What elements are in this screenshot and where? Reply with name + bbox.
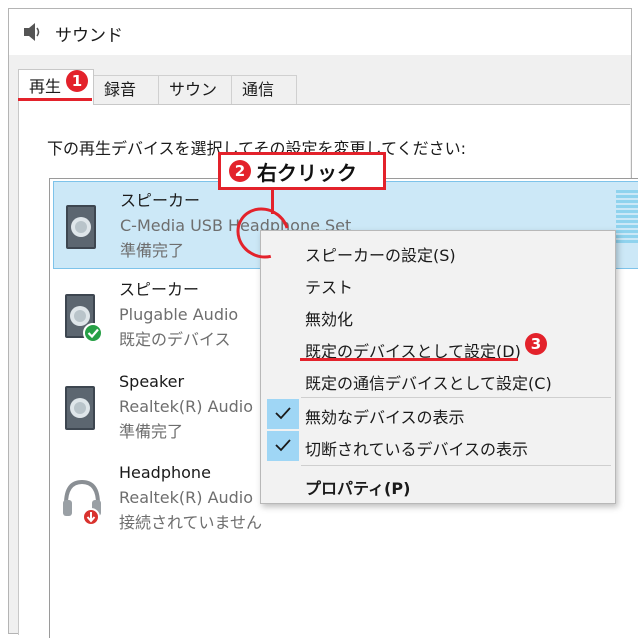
speaker-icon: [65, 386, 95, 430]
tab-communications-label: 通信: [242, 80, 275, 99]
device-text: Headphone Realtek(R) Audio 接続されていません: [119, 460, 262, 535]
device-driver: Plugable Audio: [119, 305, 239, 324]
step-badge-2: 2: [229, 160, 251, 182]
menu-underline-annotation: [300, 358, 518, 361]
menu-separator: [301, 397, 611, 398]
device-status: 既定のデバイス: [119, 330, 231, 349]
page: サウンド 再生 録音 サウンド 通信 下の再生デバイスを選択してその設定を変更し…: [0, 0, 638, 639]
menu-item-properties[interactable]: プロパティ(P): [305, 475, 410, 499]
tab-playback-label: 再生: [29, 77, 62, 96]
callout-label: 右クリック: [257, 160, 357, 185]
title-bar: サウンド: [9, 9, 631, 55]
menu-item-disable[interactable]: 無効化: [305, 306, 353, 330]
volume-meter: [616, 190, 638, 270]
speaker-icon: [24, 23, 40, 41]
tab-recording-label: 録音: [104, 80, 137, 99]
device-name: スピーカー: [120, 191, 201, 210]
menu-item-show-disconnected-devices[interactable]: 切断されているデバイスの表示: [305, 436, 528, 460]
menu-item-set-default-communication[interactable]: 既定の通信デバイスとして設定(C): [305, 370, 552, 394]
speaker-default-icon: [65, 294, 103, 343]
menu-separator: [301, 465, 611, 466]
tab-sounds[interactable]: サウンド: [158, 75, 232, 127]
device-driver: Realtek(R) Audio: [119, 488, 254, 507]
step-badge-3: 3: [525, 333, 547, 355]
menu-item-speaker-settings[interactable]: スピーカーの設定(S): [305, 242, 456, 266]
device-text: Speaker Realtek(R) Audio 準備完了: [119, 369, 253, 444]
step-badge-1: 1: [66, 70, 88, 92]
device-name: Speaker: [119, 372, 185, 391]
checkmark-icon: [275, 407, 291, 420]
callout-right-click: 2 右クリック: [218, 152, 386, 190]
menu-item-show-disabled-devices[interactable]: 無効なデバイスの表示: [305, 404, 465, 428]
device-name: スピーカー: [119, 280, 200, 299]
tab-recording[interactable]: 録音: [93, 75, 159, 105]
device-name: Headphone: [119, 463, 211, 482]
speaker-icon: [66, 205, 96, 249]
checkmark-icon: [275, 439, 291, 452]
tab-communications[interactable]: 通信: [231, 75, 297, 105]
checkmark-highlight: [267, 431, 299, 461]
menu-item-test[interactable]: テスト: [305, 274, 353, 298]
window-title: サウンド: [55, 26, 123, 46]
context-menu: スピーカーの設定(S) テスト 無効化 既定のデバイスとして設定(D) 既定の通…: [260, 230, 616, 504]
device-status: 準備完了: [119, 422, 184, 441]
device-status: 接続されていません: [119, 513, 263, 532]
tab-underline-annotation: [18, 98, 92, 101]
headphone-disconnected-icon: [63, 479, 101, 526]
device-driver: Realtek(R) Audio: [119, 397, 254, 416]
checkmark-highlight: [267, 399, 299, 429]
device-text: スピーカー Plugable Audio 既定のデバイス: [119, 277, 238, 352]
